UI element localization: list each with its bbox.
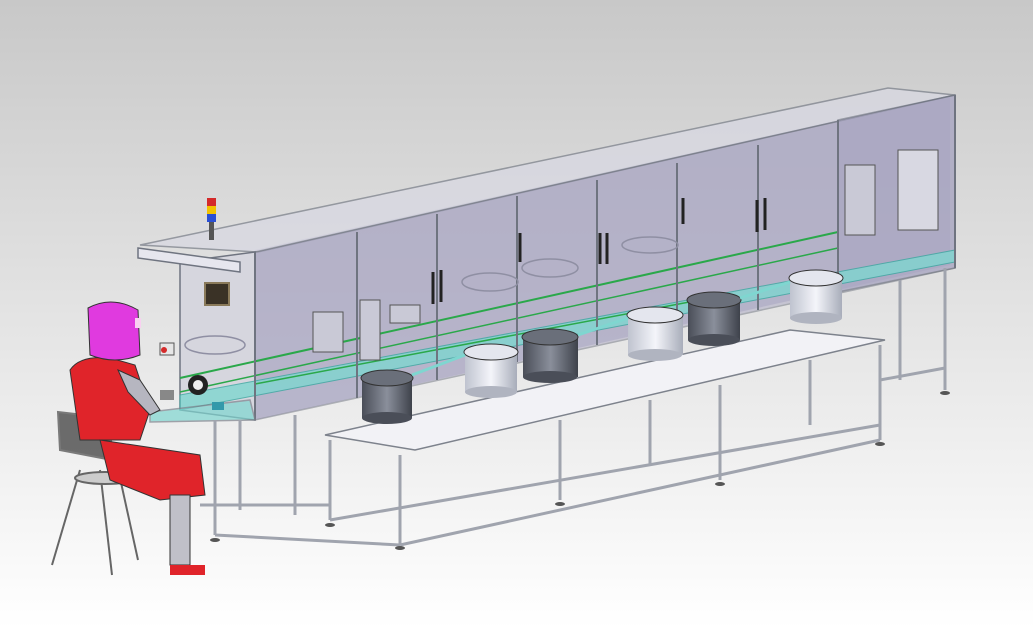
bowl-feeder-3 <box>521 328 579 383</box>
bowl-feeder-4 <box>626 306 684 361</box>
operator-foot <box>170 565 205 575</box>
bowl-feeder-1 <box>360 369 414 424</box>
operator-shin <box>169 494 191 566</box>
operator-visor <box>135 318 141 328</box>
cad-assembly-line-scene <box>0 0 1033 629</box>
bowl-feeder-5 <box>686 291 742 346</box>
bowl-feeder-2 <box>463 343 519 398</box>
hmi-screen <box>204 282 230 306</box>
operator-head <box>87 301 141 361</box>
scene-svg <box>0 0 1033 629</box>
bowl-feeder-6 <box>788 269 844 324</box>
emergency-stop-button <box>161 347 167 353</box>
